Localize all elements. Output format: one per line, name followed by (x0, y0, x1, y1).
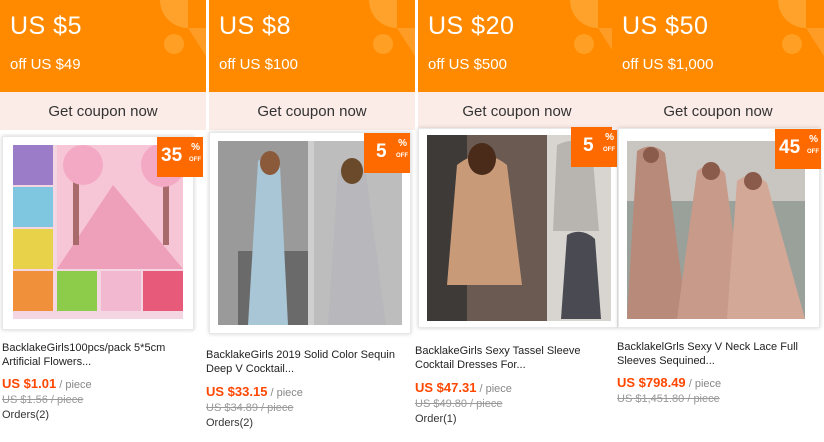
coupon-banner[interactable]: US $8 off US $100 (209, 0, 415, 92)
product-title[interactable]: BacklakeGirls100pcs/pack 5*5cm Artificia… (2, 341, 192, 369)
product-price: US $47.31 / piece (415, 380, 512, 395)
discount-badge: 35 % OFF (157, 137, 203, 177)
discount-badge: 5 % OFF (571, 127, 617, 167)
get-coupon-label: Get coupon now (257, 103, 367, 120)
percent-symbol: % (191, 142, 200, 153)
original-price: US $34.89 / piece (206, 402, 294, 414)
wave-edge (0, 87, 206, 95)
get-coupon-button[interactable]: Get coupon now (209, 87, 415, 130)
orange-geometric-pattern (778, 0, 824, 56)
wave-edge (418, 87, 616, 95)
product-price: US $1.01 / piece (2, 376, 92, 391)
price-unit: / piece (267, 387, 303, 399)
product-title[interactable]: BacklakeGirls 2019 Solid Color Sequin De… (206, 348, 406, 376)
get-coupon-button[interactable]: Get coupon now (418, 87, 616, 130)
original-price: US $49.80 / piece (415, 398, 503, 410)
price-unit: / piece (56, 379, 92, 391)
product-title[interactable]: BacklakeGirls Sexy Tassel Sleeve Cocktai… (415, 344, 613, 372)
price-unit: / piece (476, 383, 512, 395)
get-coupon-button[interactable]: Get coupon now (612, 87, 824, 130)
discount-value: 35 (161, 145, 183, 166)
coupon-min-spend: off US $500 (428, 56, 507, 73)
get-coupon-button[interactable]: Get coupon now (0, 87, 206, 130)
percent-symbol: % (398, 138, 407, 149)
discount-value: 45 (779, 137, 801, 158)
get-coupon-label: Get coupon now (663, 103, 773, 120)
wave-edge (612, 87, 824, 95)
product-price: US $798.49 / piece (617, 375, 721, 390)
product-title[interactable]: BacklakelGrls Sexy V Neck Lace Full Slee… (617, 340, 817, 368)
coupon-column-1: US $5 off US $49 Get coupon now 35 % OFF… (0, 0, 206, 442)
get-coupon-label: Get coupon now (48, 103, 158, 120)
coupon-amount: US $50 (622, 12, 709, 40)
get-coupon-label: Get coupon now (462, 103, 572, 120)
off-label: OFF (189, 157, 201, 163)
coupon-min-spend: off US $1,000 (622, 56, 714, 73)
off-label: OFF (807, 149, 819, 155)
coupon-column-4: US $50 off US $1,000 Get coupon now 45 %… (612, 0, 824, 442)
wave-edge (209, 87, 415, 95)
orders-count: Order(1) (415, 413, 457, 425)
discount-badge: 5 % OFF (364, 133, 410, 173)
coupon-min-spend: off US $100 (219, 56, 298, 73)
product-price: US $33.15 / piece (206, 384, 303, 399)
orders-count: Orders(2) (2, 409, 50, 421)
orange-geometric-pattern (570, 0, 616, 56)
product-card[interactable]: 35 % OFF (2, 136, 203, 330)
orange-geometric-pattern (369, 0, 415, 56)
coupon-banner[interactable]: US $20 off US $500 (418, 0, 616, 92)
price-value: US $33.15 (206, 384, 268, 399)
price-value: US $798.49 (617, 375, 686, 390)
coupon-amount: US $20 (428, 12, 515, 40)
discount-badge: 45 % OFF (775, 129, 821, 169)
coupon-banner[interactable]: US $5 off US $49 (0, 0, 206, 92)
discount-value: 5 (583, 135, 594, 156)
coupon-min-spend: off US $49 (10, 56, 81, 73)
coupon-column-3: US $20 off US $500 Get coupon now 5 % OF… (415, 0, 618, 442)
coupon-column-2: US $8 off US $100 Get coupon now 5 % OFF… (206, 0, 415, 442)
off-label: OFF (396, 153, 408, 159)
coupon-banner[interactable]: US $50 off US $1,000 (612, 0, 824, 92)
coupon-amount: US $5 (10, 12, 82, 40)
price-value: US $47.31 (415, 380, 477, 395)
orders-count: Orders(2) (206, 417, 254, 429)
percent-symbol: % (809, 134, 818, 145)
orange-geometric-pattern (160, 0, 206, 56)
original-price: US $1,451.80 / piece (617, 393, 720, 405)
product-card[interactable]: 45 % OFF (618, 128, 821, 328)
price-unit: / piece (685, 378, 722, 390)
coupon-amount: US $8 (219, 12, 291, 40)
price-value: US $1.01 (2, 376, 57, 391)
discount-value: 5 (376, 141, 387, 162)
original-price: US $1.56 / piece (2, 394, 84, 406)
product-card[interactable]: 5 % OFF (209, 132, 411, 334)
product-card[interactable]: 5 % OFF (418, 127, 618, 328)
